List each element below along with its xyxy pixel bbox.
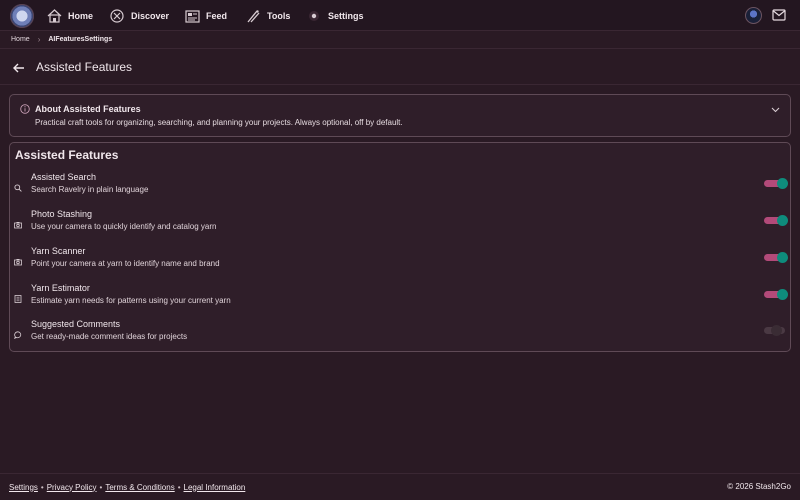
breadcrumb-current: AIFeaturesSettings bbox=[48, 36, 113, 43]
toggle-yarn-estimator[interactable] bbox=[764, 289, 788, 300]
page-title: Assisted Features bbox=[36, 60, 133, 74]
compass-icon bbox=[109, 8, 125, 24]
nav-item-home[interactable]: Home bbox=[46, 6, 93, 26]
features-heading: Assisted Features bbox=[15, 148, 119, 162]
feed-icon bbox=[184, 8, 200, 24]
breadcrumb-separator: › bbox=[37, 35, 41, 44]
feature-row-yarn-estimator: Yarn Estimator Estimate yarn needs for p… bbox=[10, 283, 790, 317]
nav-label-home: Home bbox=[68, 11, 94, 21]
footer-separator: • bbox=[99, 482, 103, 492]
feature-row-suggested-comments: Suggested Comments Get ready-made commen… bbox=[10, 319, 790, 353]
calculator-icon bbox=[14, 295, 22, 303]
settings-icon bbox=[306, 8, 322, 24]
about-title: About Assisted Features bbox=[35, 104, 141, 114]
footer-separator: • bbox=[177, 482, 181, 492]
nav-label-settings: Settings bbox=[328, 11, 364, 21]
feature-title: Suggested Comments bbox=[31, 319, 121, 329]
footer-separator: • bbox=[40, 482, 44, 492]
nav-item-settings[interactable]: Settings bbox=[306, 6, 364, 26]
about-description: Practical craft tools for organizing, se… bbox=[35, 118, 403, 127]
footer-link-legal[interactable]: Legal Information bbox=[184, 483, 246, 492]
toggle-assisted-search[interactable] bbox=[764, 178, 788, 189]
search-icon bbox=[14, 184, 22, 192]
feature-description: Search Ravelry in plain language bbox=[31, 185, 149, 194]
mail-icon[interactable] bbox=[772, 9, 786, 21]
feature-title: Photo Stashing bbox=[31, 209, 93, 219]
chevron-down-icon[interactable] bbox=[771, 105, 780, 114]
nav-label-tools: Tools bbox=[267, 11, 291, 21]
footer: Settings • Privacy Policy • Terms & Cond… bbox=[0, 473, 800, 500]
breadcrumb-home[interactable]: Home bbox=[11, 36, 30, 43]
feature-description: Estimate yarn needs for patterns using y… bbox=[31, 296, 231, 305]
footer-link-privacy[interactable]: Privacy Policy bbox=[47, 483, 97, 492]
user-avatar[interactable] bbox=[745, 7, 762, 24]
feature-description: Get ready-made comment ideas for project… bbox=[31, 332, 188, 341]
nav-item-feed[interactable]: Feed bbox=[184, 6, 227, 26]
page-header: Assisted Features bbox=[0, 50, 800, 85]
home-icon bbox=[46, 8, 62, 24]
breadcrumb: Home › AIFeaturesSettings bbox=[0, 31, 800, 49]
toggle-photo-stashing[interactable] bbox=[764, 215, 788, 226]
feature-title: Assisted Search bbox=[31, 172, 97, 182]
app-logo[interactable] bbox=[10, 4, 34, 28]
nav-label-discover: Discover bbox=[131, 11, 170, 21]
feature-title: Yarn Scanner bbox=[31, 246, 86, 256]
footer-link-settings[interactable]: Settings bbox=[9, 483, 38, 492]
comment-icon bbox=[14, 331, 22, 340]
info-icon bbox=[20, 104, 30, 114]
tools-icon bbox=[245, 8, 261, 24]
about-card[interactable]: About Assisted Features Practical craft … bbox=[9, 94, 791, 137]
copyright-text: © 2026 Stash2Go bbox=[727, 482, 791, 491]
feature-row-yarn-scanner: Yarn Scanner Point your camera at yarn t… bbox=[10, 246, 790, 280]
back-arrow-icon[interactable] bbox=[12, 61, 26, 75]
toggle-suggested-comments[interactable] bbox=[764, 325, 787, 336]
features-card: Assisted Features Assisted Search Search… bbox=[9, 142, 791, 352]
nav-item-tools[interactable]: Tools bbox=[245, 6, 290, 26]
nav-item-discover[interactable]: Discover bbox=[109, 6, 169, 26]
feature-row-photo-stashing: Photo Stashing Use your camera to quickl… bbox=[10, 209, 790, 243]
scan-icon bbox=[14, 258, 22, 266]
feature-description: Use your camera to quickly identify and … bbox=[31, 222, 217, 231]
nav-label-feed: Feed bbox=[206, 11, 228, 21]
feature-row-assisted-search: Assisted Search Search Ravelry in plain … bbox=[10, 172, 790, 206]
footer-link-terms[interactable]: Terms & Conditions bbox=[105, 483, 174, 492]
toggle-yarn-scanner[interactable] bbox=[764, 252, 788, 263]
feature-title: Yarn Estimator bbox=[31, 283, 90, 293]
top-nav-bar: Home Discover Feed Tools Settings bbox=[0, 0, 800, 31]
feature-description: Point your camera at yarn to identify na… bbox=[31, 259, 220, 268]
camera-icon bbox=[14, 221, 22, 229]
